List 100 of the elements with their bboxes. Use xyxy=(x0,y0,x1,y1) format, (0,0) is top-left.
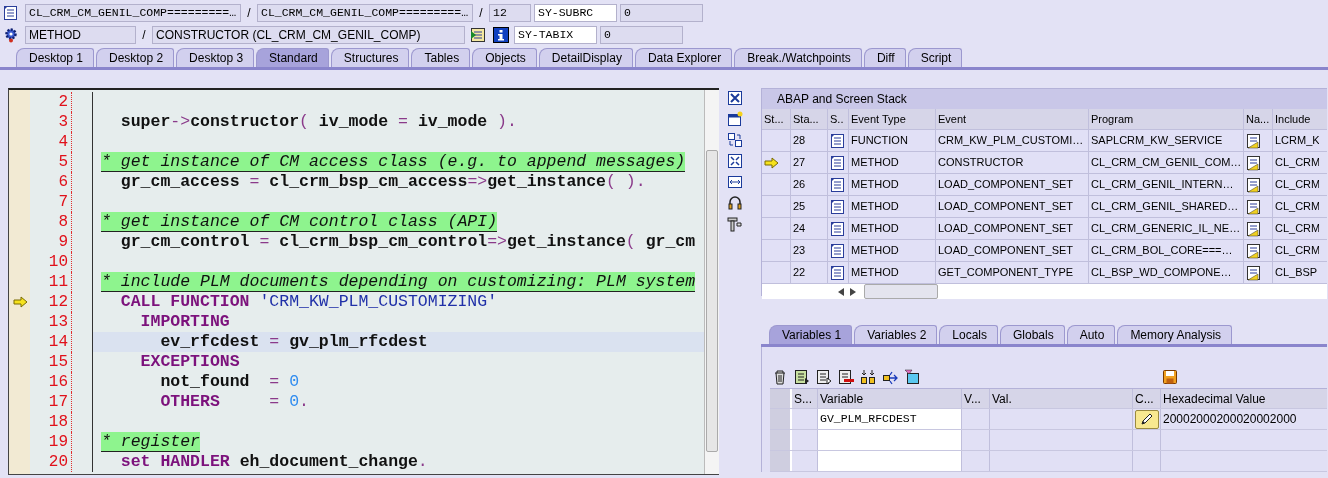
trash-icon[interactable] xyxy=(772,369,788,385)
document-icon[interactable] xyxy=(830,242,846,259)
swap-icon[interactable] xyxy=(727,132,743,148)
column-header[interactable]: C... xyxy=(1133,389,1161,408)
table-cell: CL_CRM_CM_GENIL_COM… xyxy=(1089,152,1244,173)
list-icon[interactable] xyxy=(794,369,810,385)
tab[interactable]: Desktop 1 xyxy=(16,48,95,67)
input-field[interactable] xyxy=(818,451,962,471)
transfer-icon[interactable] xyxy=(882,369,898,385)
navigate-icon[interactable] xyxy=(1246,132,1262,149)
save-icon[interactable] xyxy=(1162,369,1178,385)
program-field: CL_CRM_CM_GENIL_COMP=========… xyxy=(25,4,241,22)
table-icon[interactable] xyxy=(470,27,486,43)
navigate-icon[interactable] xyxy=(1246,264,1262,281)
table-cell-text: 20002000200020002000 xyxy=(1162,411,1298,428)
table-cell-text: CL_BSP xyxy=(1274,265,1319,280)
info-icon[interactable] xyxy=(493,27,509,43)
scroll-left-icon[interactable] xyxy=(838,287,845,296)
tab[interactable]: Desktop 3 xyxy=(176,48,255,67)
tab[interactable]: Tables xyxy=(411,48,471,67)
navigate-icon[interactable] xyxy=(1246,198,1262,215)
new-window-icon[interactable] xyxy=(727,111,743,127)
list-delete-icon[interactable] xyxy=(838,369,854,385)
scroll-right-icon[interactable] xyxy=(849,287,856,296)
system-field-value: 0 xyxy=(620,4,703,22)
tab[interactable]: Objects xyxy=(472,48,537,67)
headset-icon[interactable] xyxy=(727,195,743,211)
navigate-icon[interactable] xyxy=(1246,242,1262,259)
tab[interactable]: Break./Watchpoints xyxy=(734,48,862,67)
tab[interactable]: Variables 2 xyxy=(854,325,938,344)
navigate-icon[interactable] xyxy=(1246,154,1262,171)
document-icon[interactable] xyxy=(830,176,846,193)
table-cell: 22 xyxy=(791,262,828,283)
tab[interactable]: DetailDisplay xyxy=(538,48,633,67)
scrollbar[interactable] xyxy=(704,90,719,474)
table-cell-text: CL_CRM xyxy=(1274,243,1319,258)
column-header[interactable]: S.. xyxy=(828,109,849,129)
edit-button[interactable] xyxy=(1135,409,1159,429)
column-header[interactable]: V... xyxy=(962,389,990,408)
system-field-name: SY-TABIX xyxy=(514,26,597,44)
navigate-icon[interactable] xyxy=(1246,220,1262,237)
table-cell: CL_CRM_GENERIC_IL_NE… xyxy=(1089,218,1244,239)
column-header[interactable]: Program xyxy=(1089,109,1244,129)
table-cell: 25 xyxy=(791,196,828,217)
code-comment: * register xyxy=(101,432,201,452)
table-cell-text: CL_CRM xyxy=(1274,221,1319,236)
table-cell: CL_CRM_BOL_CORE===… xyxy=(1089,240,1244,261)
code-line: not_found = 0 xyxy=(159,372,300,392)
tab[interactable]: Script xyxy=(907,48,963,67)
tab[interactable]: Locals xyxy=(939,325,998,344)
line-number: 4 xyxy=(30,132,72,152)
table-cell: LOAD_COMPONENT_SET xyxy=(936,240,1089,261)
input-field[interactable]: GV_PLM_RFCDEST xyxy=(818,409,962,429)
code-editor[interactable] xyxy=(8,88,719,475)
tab[interactable]: Diff xyxy=(863,48,906,67)
maximize-icon[interactable] xyxy=(727,153,743,169)
document-icon[interactable] xyxy=(830,154,846,171)
document-icon[interactable] xyxy=(830,264,846,281)
document-icon[interactable] xyxy=(830,198,846,215)
tab[interactable]: Data Explorer xyxy=(634,48,733,67)
column-header[interactable]: Event Type xyxy=(849,109,936,129)
scrollbar[interactable] xyxy=(762,284,1327,299)
list-icon[interactable] xyxy=(816,369,832,385)
column-header[interactable]: Na... xyxy=(1244,109,1273,129)
close-icon[interactable] xyxy=(727,90,743,106)
column-header[interactable]: Hexadecimal Value xyxy=(1161,389,1318,408)
line-number: 6 xyxy=(30,172,72,192)
scrollbar-thumb[interactable] xyxy=(864,284,938,299)
column-header[interactable]: Include xyxy=(1273,109,1319,129)
tab[interactable]: Structures xyxy=(330,48,410,67)
code-line: CALL FUNCTION 'CRM_KW_PLM_CUSTOMIZING' xyxy=(119,292,498,312)
document-icon[interactable] xyxy=(830,220,846,237)
tab[interactable]: Variables 1 xyxy=(769,325,853,344)
separator: / xyxy=(246,6,252,20)
boxes-icon[interactable] xyxy=(860,369,876,385)
tab[interactable]: Memory Analysis xyxy=(1117,325,1233,344)
column-header[interactable]: Sta... xyxy=(791,109,828,129)
line-number: 11 xyxy=(30,272,72,292)
navigate-icon[interactable] xyxy=(1246,176,1262,193)
tab[interactable]: Desktop 2 xyxy=(96,48,175,67)
code-comment: * get instance of CM access class (e.g. to append messages) xyxy=(101,152,686,172)
table-cell: CONSTRUCTOR xyxy=(936,152,1089,173)
column-header[interactable]: Val. xyxy=(990,389,1133,408)
line-number: 17 xyxy=(30,392,72,412)
system-field-name: SY-SUBRC xyxy=(534,4,617,22)
resize-icon[interactable] xyxy=(727,174,743,190)
column-header[interactable]: S... xyxy=(792,389,818,408)
tab[interactable]: Auto xyxy=(1066,325,1116,344)
column-header[interactable]: Variable xyxy=(818,389,962,408)
column-header[interactable]: St... xyxy=(762,109,791,129)
column-header[interactable]: Event xyxy=(936,109,1089,129)
folder-icon[interactable] xyxy=(904,369,920,385)
code-line: gr_cm_access = cl_crm_bsp_cm_access=>get_instance( ). xyxy=(119,172,646,192)
tab[interactable]: Standard xyxy=(256,48,329,67)
tab[interactable]: Globals xyxy=(1000,325,1065,344)
scrollbar-thumb[interactable] xyxy=(706,150,718,452)
line-number: 16 xyxy=(30,372,72,392)
document-icon[interactable] xyxy=(830,132,846,149)
tool-icon[interactable] xyxy=(727,216,743,232)
input-field[interactable] xyxy=(818,430,962,450)
